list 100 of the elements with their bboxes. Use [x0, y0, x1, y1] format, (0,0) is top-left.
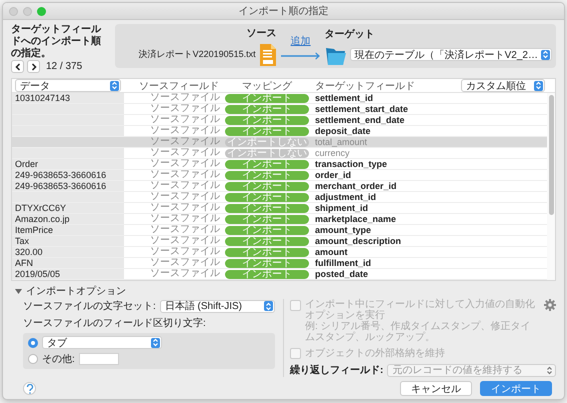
- help-button[interactable]: [23, 382, 36, 395]
- table-cell: ソースファイル: [150, 137, 220, 147]
- source-label: ソース: [246, 26, 277, 40]
- stepper-arrows-icon: [264, 301, 273, 311]
- mapping-toggle[interactable]: インポートしない: [225, 148, 309, 158]
- scrollbar-thumb[interactable]: [548, 95, 554, 215]
- mapping-toggle[interactable]: インポート: [225, 170, 309, 180]
- data-select[interactable]: データ: [15, 79, 121, 92]
- mapping-toggle[interactable]: インポート: [225, 192, 309, 202]
- repeating-label: 繰り返しフィールド:: [290, 364, 384, 377]
- table-cell: ソースファイル: [150, 170, 220, 180]
- table-cell: ソースファイル: [150, 214, 220, 224]
- table-cell: fulfillment_id: [315, 258, 371, 268]
- table-cell: currency: [315, 148, 350, 158]
- mapping-toggle[interactable]: インポート: [225, 270, 309, 278]
- mapping-toggle[interactable]: インポート: [225, 104, 309, 114]
- stepper-arrows-icon: [541, 50, 550, 60]
- table-cell: ソースファイル: [150, 192, 220, 202]
- delimiter-label: ソースファイルのフィールド区切り文字:: [23, 316, 207, 330]
- target-label: ターゲット: [324, 28, 376, 40]
- table-cell: Amazon.co.jp: [12, 214, 124, 224]
- mapping-toggle[interactable]: インポートしない: [225, 138, 309, 146]
- record-counter: 12 / 375: [46, 61, 82, 72]
- table-cell: ソースファイル: [150, 159, 220, 169]
- mapping-toggle[interactable]: インポート: [225, 226, 309, 234]
- charset-select[interactable]: 日本語 (Shift-JIS): [160, 300, 275, 312]
- text-file-icon: [258, 42, 277, 66]
- table-cell: total_amount: [315, 137, 368, 147]
- table-cell: ItemPrice: [12, 225, 124, 235]
- source-file-name: 決済レポートV220190515.txt: [138, 48, 256, 61]
- disclosure-triangle-icon[interactable]: [15, 288, 22, 294]
- stepper-arrows-icon: [534, 80, 543, 90]
- close-button[interactable]: [9, 6, 18, 16]
- dialog-button[interactable]: インポート: [480, 381, 552, 396]
- table-cell: ソースファイル: [150, 258, 220, 268]
- chevron-right-icon: [30, 62, 36, 70]
- add-link[interactable]: 追加: [290, 34, 311, 48]
- table-cell: ソースファイル: [150, 104, 220, 114]
- table-cell: DTYXrCC6Y: [12, 203, 124, 213]
- table-cell: amount: [315, 247, 348, 257]
- mapping-toggle[interactable]: インポート: [225, 258, 309, 268]
- window-title: インポート順の指定: [238, 4, 328, 18]
- mapping-toggle[interactable]: インポート: [225, 204, 309, 212]
- column-header: マッピング: [241, 80, 293, 92]
- dialog-button[interactable]: キャンセル: [400, 381, 472, 396]
- column-header: ターゲットフィールド: [314, 80, 416, 92]
- mapping-toggle[interactable]: インポート: [225, 236, 309, 246]
- table-cell: ソースファイル: [150, 247, 220, 257]
- table-cell: ソースファイル: [150, 148, 220, 158]
- table-cell: 10310247143: [12, 93, 124, 103]
- table-cell: 249-9638653-3660616: [12, 170, 124, 180]
- mapping-toggle[interactable]: インポート: [225, 116, 309, 124]
- other-delimiter-field[interactable]: [78, 353, 119, 365]
- mapping-toggle[interactable]: インポート: [225, 94, 309, 102]
- mapping-toggle[interactable]: インポート: [225, 248, 309, 256]
- stepper-arrows-icon: [151, 338, 160, 348]
- radio-button[interactable]: [28, 354, 38, 364]
- table-cell: Order: [12, 159, 124, 169]
- options-heading: インポートオプション: [26, 284, 126, 298]
- table-cell: 2019/05/05: [12, 269, 124, 279]
- zoom-button[interactable]: [37, 6, 46, 16]
- table-cell: deposit_date: [315, 126, 371, 136]
- mapping-toggle[interactable]: インポート: [225, 182, 309, 190]
- delimiter-select[interactable]: タブ: [42, 336, 162, 349]
- table-cell: settlement_id: [315, 93, 374, 103]
- mapping-toggle[interactable]: インポート: [225, 160, 309, 168]
- instruction-text: ターゲットフィールドへのインポート順の指定。: [11, 24, 102, 60]
- minimize-button[interactable]: [23, 6, 32, 16]
- order-select[interactable]: カスタム順位: [461, 79, 545, 92]
- table-cell: amount_type: [315, 225, 372, 235]
- right-arrow-icon: [280, 52, 321, 60]
- mapping-toggle[interactable]: インポート: [225, 126, 309, 136]
- table-cell: posted_date: [315, 269, 368, 279]
- table-cell: ソースファイル: [150, 115, 220, 125]
- stepper-arrows-icon: [110, 80, 119, 90]
- table-cell: merchant_order_id: [315, 181, 397, 191]
- table-cell: AFN: [12, 258, 124, 268]
- chevron-left-icon: [14, 62, 20, 70]
- radio-label: その他:: [42, 353, 75, 366]
- table-cell: settlement_start_date: [315, 104, 408, 114]
- table-cell: ソースファイル: [150, 181, 220, 191]
- table-cell: settlement_end_date: [315, 115, 405, 125]
- checkbox-label: インポート中にフィールドに対して入力値の自動化オプションを実行: [305, 299, 536, 321]
- table-cell: ソースファイル: [150, 203, 220, 213]
- table-cell: order_id: [315, 170, 352, 180]
- charset-label: ソースファイルの文字セット:: [23, 300, 156, 313]
- table-cell: ソースファイル: [150, 126, 220, 136]
- hint-text: 例: シリアル番号、作成タイムスタンプ、修正タイムスタンプ、ルックアップ。: [305, 321, 532, 343]
- table-cell: shipment_id: [315, 203, 368, 213]
- table-cell: ソースファイル: [150, 93, 220, 103]
- mapping-toggle[interactable]: インポート: [225, 214, 309, 224]
- table-cell: 249-9638653-3660616: [12, 181, 124, 191]
- table-cell: ソースファイル: [150, 225, 220, 235]
- table-cell: 320.00: [12, 247, 124, 257]
- checkbox-label: オブジェクトの外部格納を維持: [305, 346, 445, 360]
- target-table-select[interactable]: 現在のテーブル（「決済レポートV2_2…: [350, 48, 552, 61]
- radio-button[interactable]: [28, 338, 38, 348]
- previous-record-button[interactable]: [11, 60, 24, 73]
- table-cell: amount_description: [315, 236, 402, 246]
- next-record-button[interactable]: [27, 60, 40, 73]
